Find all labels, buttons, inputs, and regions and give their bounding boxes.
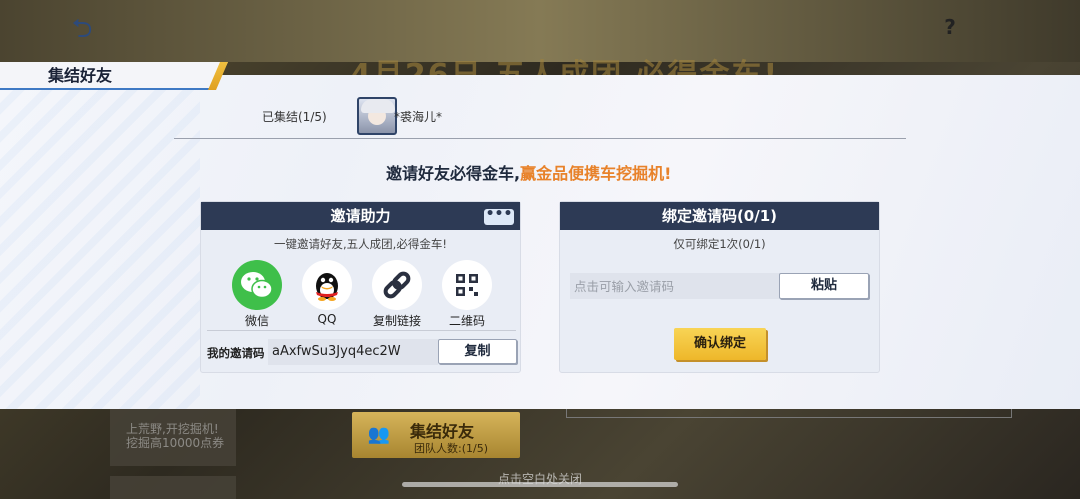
confirm-bind-button[interactable]: 确认绑定 [674,328,766,360]
invite-code-input[interactable] [570,273,780,299]
gather-button-title: 集结好友 [410,422,475,441]
gathered-count: 已集结(1/5) [262,110,327,124]
modal-title: 集结好友 [48,66,113,85]
slogan-highlight: 赢金品便携车挖掘机! [520,164,672,183]
wechat-icon [232,260,282,310]
gather-friends-button[interactable]: 👥 集结好友 团队人数:(1/5) [352,412,520,458]
home-indicator[interactable] [402,482,678,487]
qq-icon [302,260,352,310]
share-qq-button[interactable]: QQ [297,260,357,330]
back-icon[interactable]: ⮌ [62,14,102,44]
share-qrcode-button[interactable]: 二维码 [437,260,497,330]
invite-panel-title: 邀请助力 [330,207,391,225]
gather-friends-modal [0,75,1080,409]
modal-title-tab [0,62,228,90]
decorative-stripes [0,75,200,409]
bind-panel-header: 绑定邀请码(0/1) [560,202,879,230]
share-copy-link-label: 复制链接 [372,314,421,328]
side-event-card-2[interactable] [110,476,236,499]
more-options-button[interactable]: ••• [484,207,514,225]
share-qq-label: QQ [317,312,337,326]
avatar-hair [361,99,395,113]
share-wechat-button[interactable]: 微信 [227,260,287,330]
divider [174,138,906,139]
paste-button[interactable]: 粘贴 [779,273,869,299]
member-avatar[interactable] [357,97,397,135]
share-wechat-label: 微信 [244,314,269,328]
invite-panel: 邀请助力 ••• 一键邀请好友,五人成团,必得金车! 微信 QQ 复制链接 二维… [200,201,521,373]
my-invite-code: aAxfwSu3Jyq4ec2W [268,339,438,365]
side-event-card[interactable]: 上荒野,开挖掘机! 挖掘高10000点券 [110,408,236,466]
slogan-main: 邀请好友必得金车, [386,164,521,183]
qrcode-icon [442,260,492,310]
link-icon [372,260,422,310]
invite-panel-header: 邀请助力 ••• [201,202,520,230]
team-count: 团队人数:(1/5) [414,442,488,455]
share-copy-link-button[interactable]: 复制链接 [367,260,427,330]
my-code-label: 我的邀请码 [207,346,265,360]
side-event-sub: 挖掘高10000点券 [126,436,225,450]
bind-panel-subtitle: 仅可绑定1次(0/1) [673,237,766,251]
invite-slogan: 邀请好友必得金车,赢金品便携车挖掘机! [386,160,671,184]
bind-code-panel: 绑定邀请码(0/1) 仅可绑定1次(0/1) 粘贴 确认绑定 [559,201,880,373]
member-name: *裘海儿* [394,110,443,124]
side-event-title: 上荒野,开挖掘机! [126,422,219,436]
panel-divider [207,330,516,331]
invite-panel-subtitle: 一键邀请好友,五人成团,必得金车! [274,237,447,251]
share-qrcode-label: 二维码 [448,314,485,328]
team-icon: 👥 [367,424,391,445]
help-icon[interactable]: ? [936,12,964,42]
copy-code-button[interactable]: 复制 [438,339,517,364]
background-panel-edge [566,408,1012,418]
